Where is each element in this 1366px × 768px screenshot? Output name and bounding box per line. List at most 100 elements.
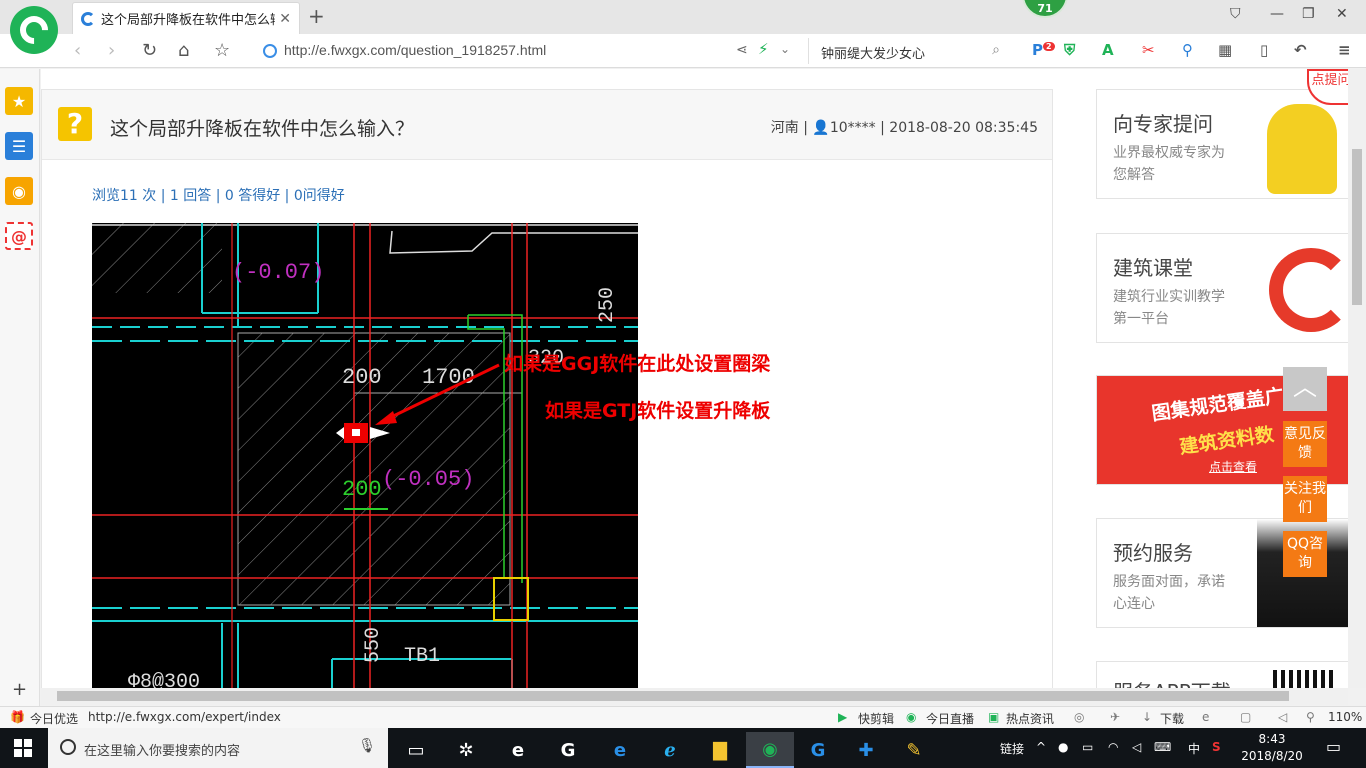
- speaker-icon[interactable]: ◁: [1132, 740, 1141, 754]
- task-view-icon[interactable]: ▭: [392, 732, 440, 768]
- site-security-icon[interactable]: [263, 44, 277, 58]
- today-picks-link[interactable]: 今日优选: [30, 710, 78, 727]
- microphone-icon[interactable]: 🎙: [358, 738, 376, 754]
- reading-list-icon[interactable]: ☰: [5, 132, 33, 160]
- file-explorer-icon[interactable]: ▇: [696, 732, 744, 768]
- shield-icon[interactable]: ⛨: [1064, 41, 1075, 59]
- scissors-icon[interactable]: ✂: [1142, 41, 1155, 59]
- question-meta: 河南 | 👤10**** | 2018-08-20 08:35:45: [770, 120, 1038, 136]
- taskbar-search-input[interactable]: 在这里输入你要搜索的内容: [84, 740, 240, 759]
- browser-tab-active[interactable]: 这个局部升降板在软件中怎么输入 ✕: [72, 2, 300, 34]
- maximize-button[interactable]: ❐: [1302, 6, 1315, 22]
- feedback-button[interactable]: 意见反馈: [1283, 421, 1327, 467]
- question-stats[interactable]: 浏览11 次 | 1 回答 | 0 答得好 | 0问得好: [92, 185, 345, 205]
- zoom-level[interactable]: 110%: [1328, 710, 1362, 724]
- home-icon[interactable]: ⌂: [178, 40, 189, 61]
- pinwheel-app-icon[interactable]: ✲: [442, 732, 490, 768]
- forward-button[interactable]: ›: [108, 40, 115, 61]
- ad-cta-link[interactable]: 点击查看: [1209, 458, 1257, 475]
- close-window-button[interactable]: ✕: [1336, 6, 1348, 22]
- news-icon[interactable]: ▣: [988, 710, 999, 724]
- ime-indicator[interactable]: 中: [1188, 740, 1200, 757]
- browser-e-app-icon[interactable]: e: [494, 732, 542, 768]
- qr-code-image: [1273, 670, 1333, 688]
- 360-browser-app-icon[interactable]: ◉: [746, 732, 794, 768]
- speed-mode-icon[interactable]: ⚡: [758, 40, 769, 58]
- sogou-ime-icon[interactable]: S: [1212, 740, 1221, 754]
- action-center-icon[interactable]: ▭: [1326, 737, 1341, 756]
- phone-icon[interactable]: ▯: [1260, 41, 1268, 59]
- battery-icon[interactable]: ▭: [1082, 740, 1093, 754]
- back-to-top-button[interactable]: ︿: [1283, 367, 1327, 411]
- shirt-skin-icon[interactable]: ⛉: [1230, 6, 1241, 22]
- ad-subtext: 服务面对面，承诺心连心: [1113, 574, 1225, 612]
- weibo-icon[interactable]: ◉: [5, 177, 33, 205]
- zoom-icon[interactable]: ⚲: [1306, 710, 1315, 724]
- download-icon[interactable]: ↓: [1142, 710, 1152, 724]
- ad-heading: 建筑课堂: [1113, 256, 1193, 280]
- vertical-scrollbar[interactable]: [1348, 69, 1366, 688]
- search-icon[interactable]: ⌕: [992, 42, 1000, 58]
- taskbar-search[interactable]: 在这里输入你要搜索的内容 🎙: [48, 728, 388, 768]
- status-item-download[interactable]: 下载: [1160, 710, 1184, 727]
- apps-grid-icon[interactable]: ▦: [1218, 41, 1232, 59]
- share-icon[interactable]: ⋖: [736, 42, 748, 58]
- translate-icon[interactable]: A: [1102, 41, 1114, 59]
- browser-logo-icon[interactable]: [10, 6, 58, 54]
- network-app-icon[interactable]: ✚: [842, 732, 890, 768]
- address-bar[interactable]: http://e.fwxgx.com/question_1918257.html: [284, 42, 546, 58]
- browser-tabbar: 这个局部升降板在软件中怎么输入 ✕ + 71 ⛉ — ❐ ✕: [0, 0, 1366, 54]
- reload-icon[interactable]: ↻: [142, 40, 157, 61]
- live-icon[interactable]: ◉: [906, 710, 916, 724]
- speed-icon[interactable]: ◎: [1074, 710, 1084, 724]
- question-header: ? 这个局部升降板在软件中怎么输入？ 河南 | 👤10**** | 2018-0…: [42, 90, 1052, 160]
- undo-icon[interactable]: ↶: [1294, 41, 1307, 59]
- windows-start-icon[interactable]: [14, 739, 32, 757]
- tray-notify-icon[interactable]: ●: [1058, 740, 1068, 754]
- menu-icon[interactable]: ≡: [1338, 41, 1351, 59]
- new-tab-button[interactable]: +: [308, 4, 325, 28]
- tab-close-icon[interactable]: ✕: [279, 11, 291, 27]
- taskbar-clock[interactable]: 8:43 2018/8/20: [1236, 731, 1308, 765]
- volume-icon[interactable]: ◁: [1278, 710, 1287, 724]
- gift-icon[interactable]: 🎁: [10, 710, 25, 724]
- back-button[interactable]: ‹: [74, 40, 81, 61]
- notification-badge[interactable]: 71: [1022, 0, 1068, 18]
- follow-us-button[interactable]: 关注我们: [1283, 476, 1327, 522]
- add-sidebar-item-icon[interactable]: +: [12, 679, 27, 700]
- tray-expand-icon[interactable]: ^: [1036, 740, 1046, 754]
- glodon-app-icon[interactable]: G: [794, 732, 842, 768]
- web-page: ? 这个局部升降板在软件中怎么输入？ 河南 | 👤10**** | 2018-0…: [41, 69, 1348, 688]
- edge-icon[interactable]: e: [596, 732, 644, 768]
- status-item-news[interactable]: 热点资讯: [1006, 710, 1054, 727]
- wifi-icon[interactable]: ◠: [1108, 740, 1118, 754]
- window-icon[interactable]: ▢: [1240, 710, 1251, 724]
- search-input[interactable]: 钟丽缇大发少女心: [821, 43, 925, 62]
- cortana-icon[interactable]: [60, 739, 76, 755]
- chevron-down-icon[interactable]: ⌄: [780, 42, 790, 56]
- g-app-icon[interactable]: G: [544, 732, 592, 768]
- ie-icon[interactable]: ℯ: [646, 732, 694, 768]
- keyboard-icon[interactable]: ⌨: [1154, 740, 1171, 754]
- search-box[interactable]: 钟丽缇大发少女心 ⌕: [808, 38, 1008, 64]
- notes-app-icon[interactable]: ✎: [890, 732, 938, 768]
- p-extension-icon[interactable]: P2: [1032, 41, 1055, 59]
- bookmark-star-icon[interactable]: ☆: [214, 40, 230, 61]
- scrollbar-thumb[interactable]: [1352, 149, 1362, 305]
- ad-building-class[interactable]: 建筑课堂 建筑行业实训教学第一平台: [1096, 233, 1348, 343]
- qq-consult-button[interactable]: QQ咨询: [1283, 531, 1327, 577]
- tray-links-label[interactable]: 链接: [1000, 740, 1024, 757]
- favorites-star-icon[interactable]: ★: [5, 87, 33, 115]
- scrollbar-thumb[interactable]: [57, 691, 1289, 701]
- tool-icon[interactable]: ✈: [1110, 710, 1120, 724]
- clip-icon[interactable]: ▶: [838, 710, 847, 724]
- ad-ask-expert[interactable]: 向专家提问 业界最权威专家为您解答: [1096, 89, 1348, 199]
- status-item-clip[interactable]: 快剪辑: [858, 710, 894, 727]
- minimize-button[interactable]: —: [1270, 6, 1284, 22]
- magnifier-icon[interactable]: ⚲: [1182, 41, 1193, 59]
- horizontal-scrollbar[interactable]: [41, 688, 1348, 705]
- status-item-live[interactable]: 今日直播: [926, 710, 974, 727]
- ad-app-download[interactable]: 服务APP下载: [1096, 661, 1348, 688]
- ie-mode-icon[interactable]: e: [1202, 710, 1209, 724]
- email-at-icon[interactable]: @: [5, 222, 33, 250]
